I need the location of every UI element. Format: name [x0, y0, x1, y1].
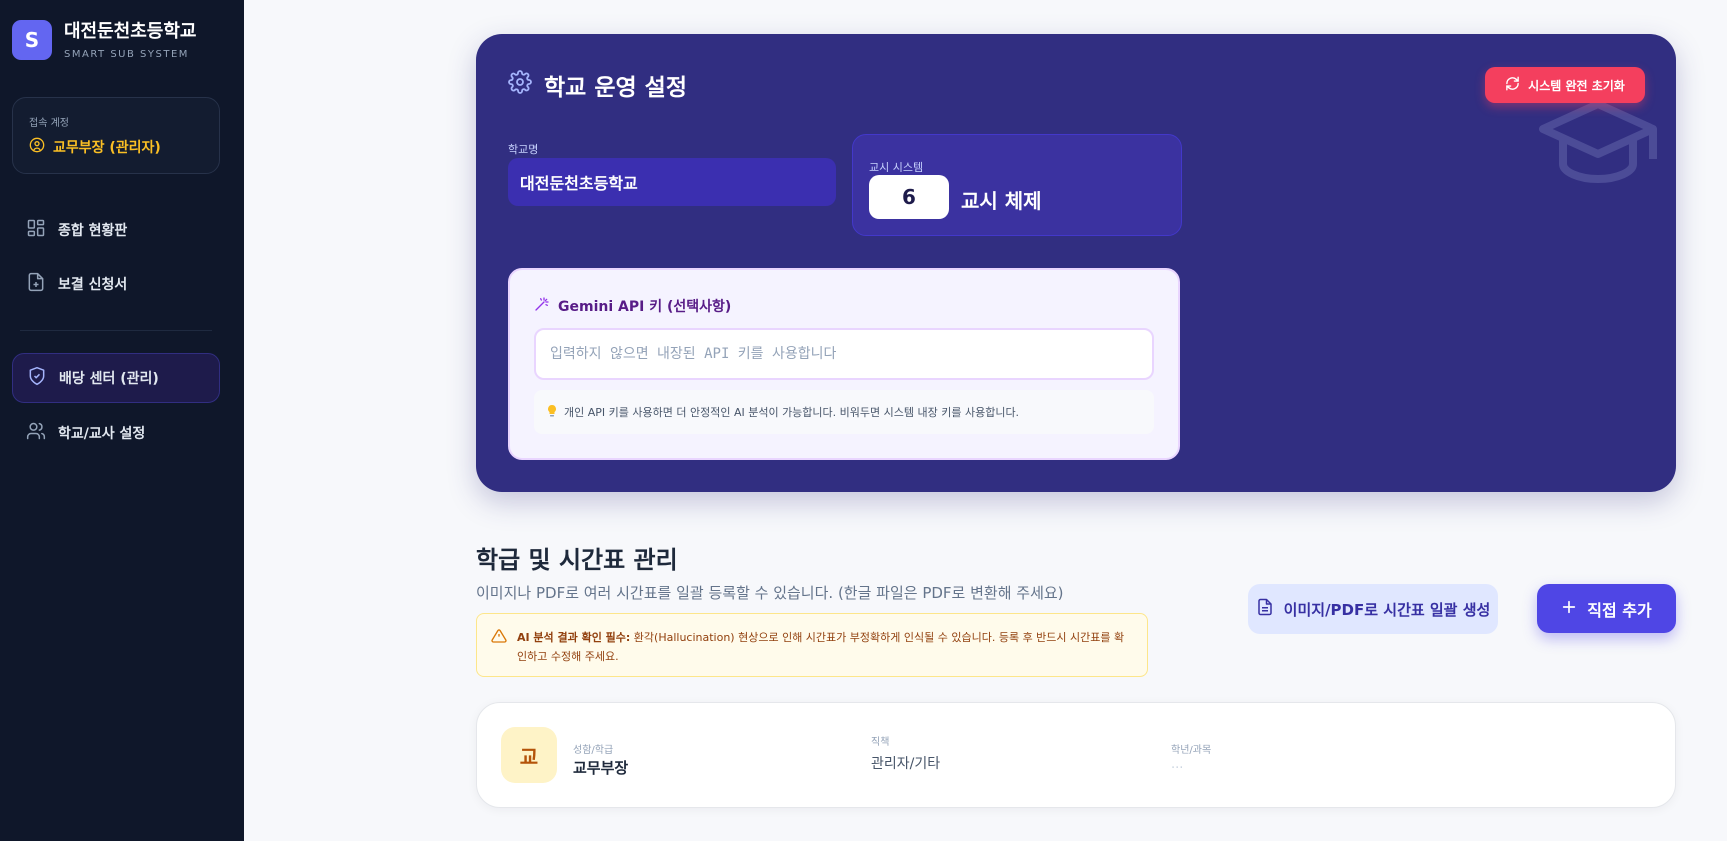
- gear-icon: [508, 70, 532, 100]
- document-icon: [1256, 598, 1274, 620]
- bulk-generate-button[interactable]: 이미지/PDF로 시간표 일괄 생성: [1248, 584, 1498, 634]
- brand-subtitle: SMART SUB SYSTEM: [64, 48, 189, 60]
- nav-label: 보결 신청서: [58, 277, 128, 293]
- nav-label: 종합 현황판: [58, 223, 128, 239]
- period-system-label: 교시 시스템: [869, 161, 924, 174]
- system-reset-button[interactable]: 시스템 완전 초기화: [1485, 67, 1645, 103]
- brand[interactable]: S 대전둔천초등학교 SMART SUB SYSTEM: [12, 20, 196, 60]
- users-icon: [26, 421, 46, 445]
- period-count-input[interactable]: 6: [869, 175, 949, 219]
- file-plus-icon: [26, 272, 46, 296]
- magic-wand-icon: [534, 296, 550, 316]
- add-manually-label: 직접 추가: [1587, 600, 1652, 620]
- timetable-section-title: 학급 및 시간표 관리: [476, 546, 678, 574]
- teacher-name: 교무부장: [573, 759, 629, 777]
- add-manually-button[interactable]: 직접 추가: [1537, 584, 1676, 633]
- teacher-subject: ...: [1171, 757, 1184, 772]
- nav-item-dashboard[interactable]: 종합 현황판: [12, 205, 220, 255]
- school-name-label: 학교명: [508, 143, 539, 156]
- brand-name: 대전둔천초등학교: [64, 20, 197, 42]
- dashboard-icon: [26, 218, 46, 242]
- graduation-cap-icon: [1538, 94, 1658, 188]
- ai-warning-bold: AI 분석 결과 확인 필수:: [517, 631, 631, 644]
- gemini-api-title: Gemini API 키 (선택사항): [534, 296, 731, 316]
- gemini-api-note: 개인 API 키를 사용하면 더 안정적인 AI 분석이 가능합니다. 비워두면…: [534, 390, 1154, 434]
- avatar: 교: [501, 727, 557, 783]
- user-circle-icon: [29, 137, 45, 157]
- subject-caption: 학년/과목: [1171, 745, 1212, 756]
- account-name: 교무부장 (관리자): [53, 140, 161, 156]
- nav-label: 학교/교사 설정: [58, 426, 146, 442]
- brand-logo: S: [12, 20, 52, 60]
- lightbulb-icon: [546, 404, 558, 421]
- account-box: 접속 계정 교무부장 (관리자): [12, 97, 220, 174]
- teacher-role: 관리자/기타: [871, 756, 941, 772]
- settings-title-text: 학교 운영 설정: [544, 75, 687, 101]
- period-system-box: 교시 시스템 6 교시 체제: [852, 134, 1182, 236]
- name-caption: 성함/학급: [573, 745, 614, 756]
- account-caption: 접속 계정: [29, 118, 69, 129]
- school-name-input[interactable]: 대전둔천초등학교: [508, 158, 836, 206]
- sidebar: S 대전둔천초등학교 SMART SUB SYSTEM 접속 계정 교무부장 (…: [0, 0, 244, 841]
- refresh-icon: [1505, 76, 1520, 94]
- shield-check-icon: [27, 366, 47, 390]
- gemini-api-title-text: Gemini API 키 (선택사항): [558, 299, 732, 315]
- gemini-api-note-text: 개인 API 키를 사용하면 더 안정적인 AI 분석이 가능합니다. 비워두면…: [564, 406, 1020, 419]
- bulk-generate-label: 이미지/PDF로 시간표 일괄 생성: [1283, 600, 1491, 619]
- ai-warning-banner: AI 분석 결과 확인 필수: 환각(Hallucination) 현상으로 인…: [476, 613, 1148, 677]
- nav-divider: [20, 330, 212, 331]
- system-reset-label: 시스템 완전 초기화: [1528, 78, 1625, 93]
- nav-item-request-form[interactable]: 보결 신청서: [12, 259, 220, 309]
- nav-label: 배당 센터 (관리): [59, 371, 159, 387]
- ai-warning-text: AI 분석 결과 확인 필수: 환각(Hallucination) 현상으로 인…: [517, 628, 1133, 676]
- warning-triangle-icon: [491, 628, 507, 676]
- gemini-api-key-input[interactable]: [534, 328, 1154, 380]
- nav-item-school-settings[interactable]: 학교/교사 설정: [12, 408, 220, 458]
- gemini-api-box: Gemini API 키 (선택사항) 개인 API 키를 사용하면 더 안정적…: [508, 268, 1180, 460]
- nav-item-assignment-center[interactable]: 배당 센터 (관리): [12, 353, 220, 403]
- period-unit-label: 교시 체제: [961, 189, 1042, 213]
- timetable-section-subtitle: 이미지나 PDF로 여러 시간표를 일괄 등록할 수 있습니다. (한글 파일은…: [476, 584, 1064, 602]
- role-caption: 직책: [871, 737, 890, 748]
- school-settings-card: 학교 운영 설정 시스템 완전 초기화 학교명 대전둔천초등학교 교시 시스템 …: [476, 34, 1676, 492]
- plus-icon: [1561, 599, 1577, 619]
- teacher-card[interactable]: 교 성함/학급 교무부장 직책 관리자/기타 학년/과목 ...: [476, 702, 1676, 808]
- settings-title: 학교 운영 설정: [508, 68, 687, 102]
